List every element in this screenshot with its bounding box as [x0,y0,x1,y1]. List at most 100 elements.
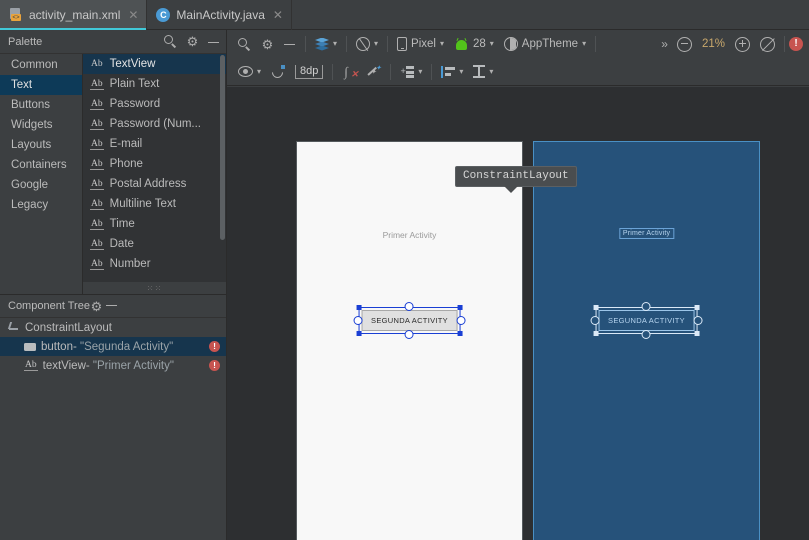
gear-icon[interactable]: ⚙ [186,35,199,48]
minimize-button[interactable] [279,33,301,55]
design-surface-container[interactable]: Primer Activity SEGUNDA ACTIVITY Primer … [227,87,809,540]
error-badge[interactable]: ! [209,360,220,371]
palette-item-password[interactable]: Ab Password [83,94,226,114]
constraint-handle-right[interactable] [456,316,466,325]
constraint-handle-left[interactable] [590,316,600,325]
infer-constraints-button[interactable]: ✦ ✦ [362,61,386,83]
textview-icon: Ab [90,238,104,250]
textview-icon: Ab [90,218,104,230]
resize-handle-bottom-left[interactable] [593,331,599,336]
theme-selector[interactable]: AppTheme ▾ [499,33,591,55]
device-selector[interactable]: Pixel ▾ [392,33,449,55]
resize-handle-top-right[interactable] [694,305,700,310]
constraint-handle-left[interactable] [353,316,363,325]
palette-body: Common Text Buttons Widgets Layouts Cont… [0,54,226,294]
palette-item-phone[interactable]: Ab Phone [83,154,226,174]
design-textview-primer-activity[interactable]: Primer Activity [297,230,522,240]
component-tree-title: Component Tree [8,300,90,312]
blueprint-surface[interactable]: Primer Activity SEGUNDA ACTIVITY [534,142,759,540]
clear-constraints-button[interactable]: ∫ ✕ [337,61,362,83]
error-indicator[interactable]: ! [789,37,803,51]
design-mode-selector[interactable]: ▾ [310,33,342,55]
constraint-handle-top[interactable] [642,302,651,311]
palette-category-containers[interactable]: Containers [0,155,82,175]
palette-category-widgets[interactable]: Widgets [0,115,82,135]
palette-item-postal-address[interactable]: Ab Postal Address [83,174,226,194]
tree-row-textview[interactable]: Ab textView- "Primer Activity" ! [0,356,226,375]
resize-handle-top-right[interactable] [457,305,463,310]
resize-handle-top-left[interactable] [356,305,362,310]
palette-item-plain-text[interactable]: Ab Plain Text [83,74,226,94]
gear-icon[interactable]: ⚙ [90,300,103,313]
orientation-selector[interactable]: ▾ [351,33,383,55]
divider [332,63,334,80]
constraint-toolbar: ▾ 8dp ∫ ✕ ✦ ✦ + ▾ ▾ ▾ [227,58,809,86]
toolbar-overflow-button[interactable]: » [657,37,672,51]
divider [595,36,597,52]
resize-handle-bottom-right[interactable] [694,331,700,336]
tab-activity-main-xml[interactable]: <> activity_main.xml ✕ [0,0,148,30]
align-button[interactable]: ▾ [436,61,468,83]
show-constraints-button[interactable]: ▾ [233,61,266,83]
tree-row-button[interactable]: button- "Segunda Activity" ! [0,337,226,356]
api-level-selector[interactable]: 28 ▾ [449,33,499,55]
close-icon[interactable]: ✕ [128,8,138,22]
palette-item-label: Password [109,98,161,110]
search-icon[interactable] [164,35,177,48]
error-badge[interactable]: ! [209,341,220,352]
design-button-selection[interactable]: SEGUNDA ACTIVITY [353,302,466,339]
tree-row-value: "Primer Activity" [92,359,174,372]
blueprint-textview-primer-activity[interactable]: Primer Activity [618,228,675,239]
palette-category-google[interactable]: Google [0,175,82,195]
palette-category-text[interactable]: Text [0,75,82,95]
resize-handle-bottom-right[interactable] [457,331,463,336]
zoom-in-button[interactable] [730,33,755,55]
zoom-out-button[interactable] [672,33,697,55]
constraint-handle-right[interactable] [693,316,703,325]
palette-item-password-numeric[interactable]: Ab Password (Num... [83,114,226,134]
textview-icon: Ab [90,178,104,190]
palette-category-buttons[interactable]: Buttons [0,95,82,115]
palette-category-common[interactable]: Common [0,55,82,75]
search-button[interactable] [233,33,256,55]
align-icon [441,65,456,78]
settings-button[interactable]: ⚙ [256,33,279,55]
tab-label: MainActivity.java [176,8,265,22]
minimize-icon[interactable] [106,299,118,311]
minimize-icon[interactable] [208,36,220,48]
zoom-to-fit-button[interactable] [755,33,780,55]
palette-item-multiline-text[interactable]: Ab Multiline Text [83,194,226,214]
close-icon[interactable]: ✕ [273,8,283,22]
chevron-down-icon: ▾ [489,39,494,48]
palette-category-legacy[interactable]: Legacy [0,195,82,215]
palette-item-time[interactable]: Ab Time [83,214,226,234]
zoom-out-icon [676,36,692,52]
tree-row-constraintlayout[interactable]: ConstraintLayout [0,318,226,337]
palette-item-number[interactable]: Ab Number [83,254,226,274]
palette-item-date[interactable]: Ab Date [83,234,226,254]
divider [305,36,306,52]
blueprint-button-selection[interactable]: SEGUNDA ACTIVITY [590,302,703,339]
gear-icon: ⚙ [261,36,274,52]
design-surface[interactable]: Primer Activity SEGUNDA ACTIVITY [297,142,522,540]
tab-mainactivity-java[interactable]: C MainActivity.java ✕ [147,0,292,30]
divider [390,63,392,80]
chevron-down-icon: ▾ [489,66,494,76]
palette-item-textview[interactable]: Ab TextView [83,54,226,74]
constraint-handle-bottom[interactable] [405,330,414,339]
constraint-handle-top[interactable] [405,302,414,311]
constraint-handle-bottom[interactable] [642,330,651,339]
resize-handle-top-left[interactable] [593,305,599,310]
guidelines-button[interactable]: + ▾ [395,61,427,83]
palette-scrollbar[interactable] [220,55,225,240]
constraint-layout-icon [7,322,20,333]
palette-resize-handle[interactable]: ⁙⁙ [83,282,226,294]
distribute-button[interactable]: ▾ [468,61,498,83]
default-margin-button[interactable]: 8dp [290,61,328,83]
autoconnect-button[interactable] [266,61,290,83]
resize-handle-bottom-left[interactable] [356,331,362,336]
zoom-to-fit-icon [760,36,775,52]
palette-category-layouts[interactable]: Layouts [0,135,82,155]
palette-item-email[interactable]: Ab E-mail [83,134,226,154]
component-tree-header: Component Tree ⚙ [0,294,226,318]
